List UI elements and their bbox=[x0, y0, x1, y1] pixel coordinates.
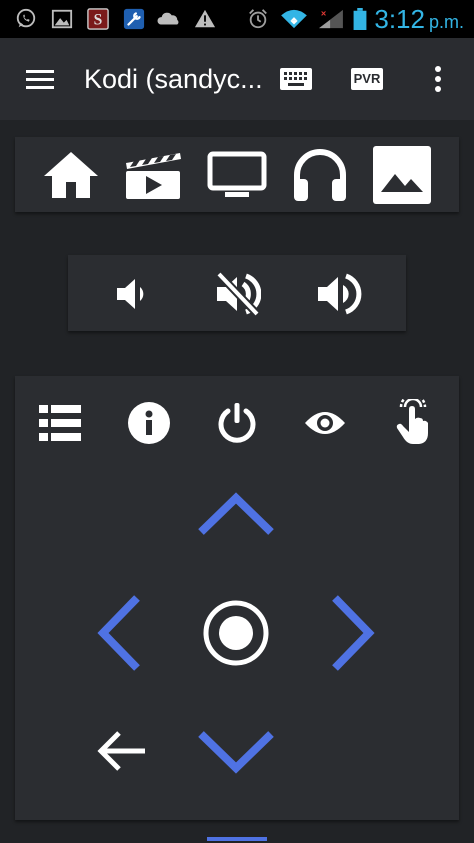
cloud-icon bbox=[157, 12, 179, 25]
pictures-button[interactable] bbox=[370, 143, 434, 207]
hamburger-icon bbox=[26, 70, 54, 89]
keyboard-icon bbox=[280, 68, 312, 90]
pvr-badge: PVR bbox=[350, 68, 384, 90]
status-bar: S × 3:12 p.m. bbox=[0, 0, 474, 38]
mute-icon bbox=[216, 271, 261, 317]
svg-text:×: × bbox=[321, 8, 326, 18]
volume-up-button[interactable] bbox=[312, 267, 366, 321]
warning-icon bbox=[194, 9, 216, 28]
gesture-mode-button[interactable] bbox=[388, 396, 438, 448]
media-sections-bar bbox=[15, 137, 459, 212]
page-indicator bbox=[207, 837, 267, 841]
remote-control-panel bbox=[15, 376, 459, 820]
menu-button[interactable] bbox=[20, 59, 60, 99]
dpad-select-button[interactable] bbox=[199, 596, 273, 670]
tv-button[interactable] bbox=[205, 143, 269, 207]
s-app-icon: S bbox=[87, 8, 109, 30]
volume-down-icon bbox=[117, 279, 144, 309]
app-toolbar: Kodi (sandyc... PVR bbox=[0, 38, 474, 120]
playlist-button[interactable] bbox=[35, 398, 85, 448]
volume-down-button[interactable] bbox=[108, 269, 158, 319]
chevron-right-icon bbox=[332, 595, 375, 671]
osd-button[interactable] bbox=[300, 398, 350, 448]
tools-icon bbox=[123, 8, 145, 30]
info-icon bbox=[128, 402, 170, 444]
mute-button[interactable] bbox=[210, 267, 264, 321]
whatsapp-icon bbox=[16, 8, 36, 28]
svg-text:S: S bbox=[94, 12, 103, 29]
info-button[interactable] bbox=[124, 398, 174, 448]
alarm-icon bbox=[249, 9, 267, 29]
overflow-menu-button[interactable] bbox=[424, 59, 452, 99]
chevron-left-icon bbox=[97, 595, 140, 671]
home-icon bbox=[44, 152, 98, 198]
view-icon bbox=[305, 412, 345, 434]
chevron-down-icon bbox=[198, 731, 274, 774]
volume-up-icon bbox=[318, 273, 362, 315]
more-vert-icon bbox=[435, 66, 441, 92]
gesture-icon bbox=[396, 399, 428, 444]
headphones-icon bbox=[294, 149, 346, 201]
page-title: Kodi (sandyc... bbox=[84, 64, 263, 94]
keyboard-button[interactable] bbox=[276, 59, 316, 99]
wifi-icon bbox=[281, 9, 307, 29]
list-icon bbox=[39, 405, 81, 441]
chevron-up-icon bbox=[198, 492, 274, 535]
volume-bar bbox=[68, 255, 406, 331]
dpad-up-button[interactable] bbox=[195, 488, 277, 542]
arrow-back-icon bbox=[97, 731, 145, 771]
power-button[interactable] bbox=[212, 398, 262, 448]
home-button[interactable] bbox=[39, 143, 103, 207]
power-icon bbox=[218, 403, 256, 443]
movies-icon bbox=[126, 153, 181, 199]
dpad-down-button[interactable] bbox=[195, 724, 277, 778]
movies-button[interactable] bbox=[121, 143, 185, 207]
signal-icon: × bbox=[319, 8, 343, 29]
battery-icon bbox=[353, 8, 367, 30]
pictures-icon bbox=[373, 146, 431, 204]
music-button[interactable] bbox=[288, 143, 352, 207]
gallery-icon bbox=[51, 9, 73, 29]
dpad-right-button[interactable] bbox=[325, 592, 379, 674]
status-time: 3:12 p.m. bbox=[374, 4, 464, 34]
dpad-left-button[interactable] bbox=[93, 592, 147, 674]
select-icon bbox=[203, 600, 269, 666]
tv-icon bbox=[207, 151, 267, 197]
pvr-button[interactable]: PVR bbox=[346, 59, 388, 99]
back-button[interactable] bbox=[89, 726, 153, 776]
